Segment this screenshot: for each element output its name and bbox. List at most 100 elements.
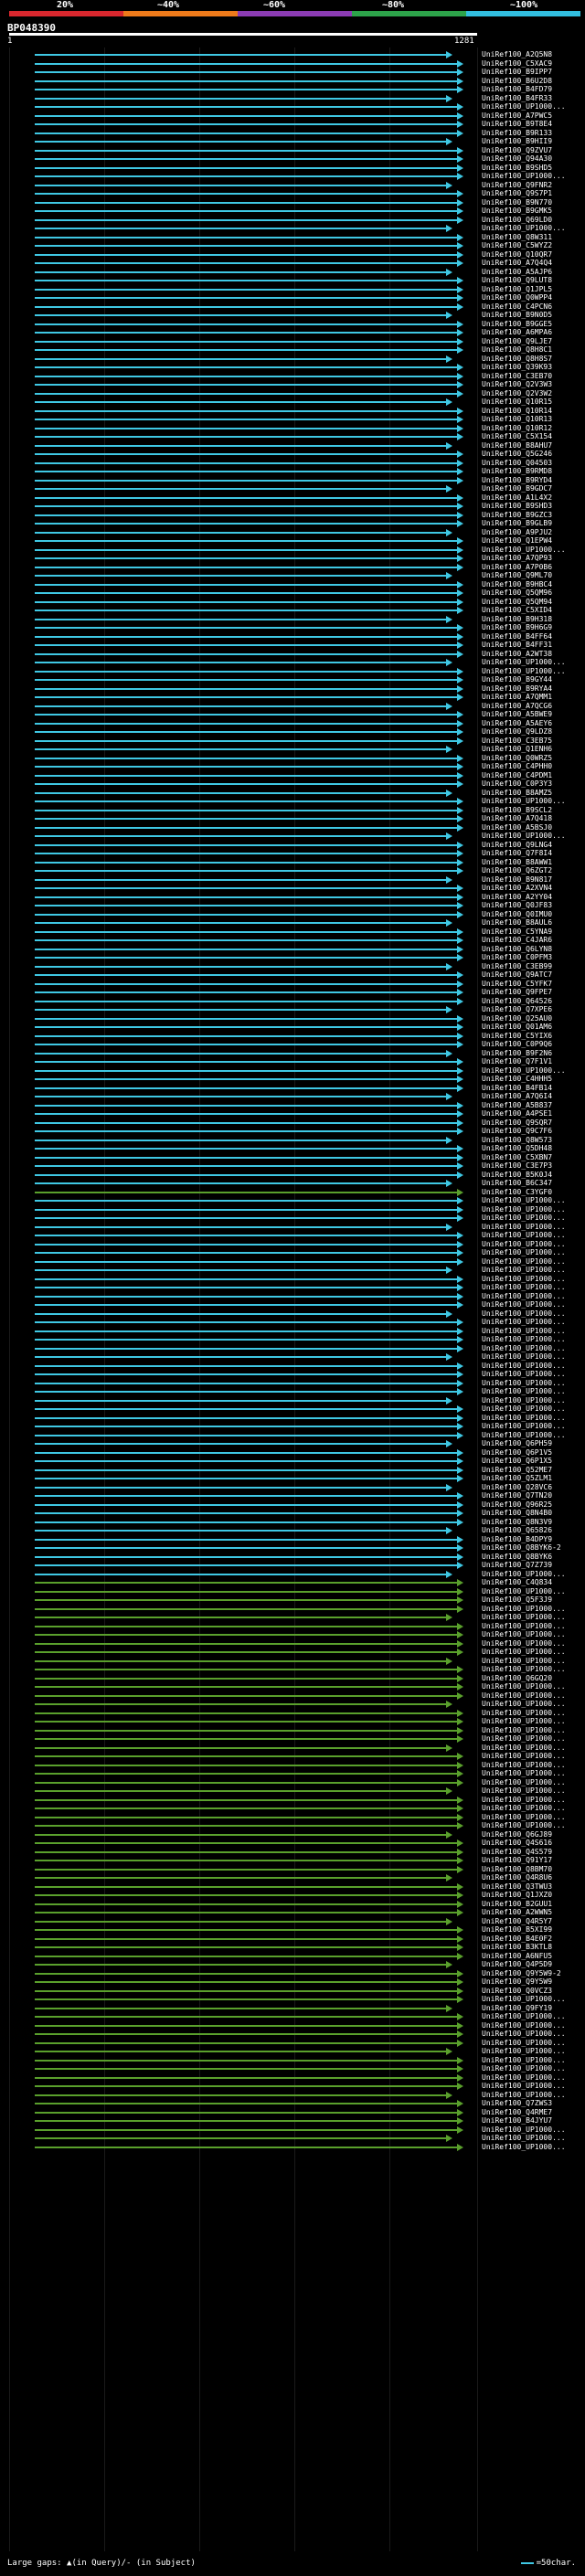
hit-label[interactable]: UniRef100_Q64526 — [482, 997, 552, 1005]
hit-row[interactable]: UniRef100_A9PJU2 — [0, 528, 585, 537]
hit-label[interactable]: UniRef100_UP1000... — [482, 1630, 566, 1638]
hit-row[interactable]: UniRef100_Q9LNG4 — [0, 841, 585, 850]
hit-label[interactable]: UniRef100_Q2V3W2 — [482, 389, 552, 398]
hit-label[interactable]: UniRef100_A7Q418 — [482, 814, 552, 822]
hit-label[interactable]: UniRef100_UP1000... — [482, 1613, 566, 1621]
hit-label[interactable]: UniRef100_UP1000... — [482, 2082, 566, 2090]
hit-row[interactable]: UniRef100_UP1000... — [0, 102, 585, 111]
hit-label[interactable]: UniRef100_UP1000... — [482, 1744, 566, 1752]
hit-row[interactable]: UniRef100_Q6GQ20 — [0, 1674, 585, 1683]
hit-row[interactable]: UniRef100_Q0JF83 — [0, 901, 585, 910]
hit-row[interactable]: UniRef100_UP1000... — [0, 1344, 585, 1353]
hit-label[interactable]: UniRef100_UP1000... — [482, 1352, 566, 1361]
hit-label[interactable]: UniRef100_Q04503 — [482, 459, 552, 467]
hit-row[interactable]: UniRef100_Q9Y5W9-2 — [0, 1969, 585, 1978]
hit-row[interactable]: UniRef100_Q01AM6 — [0, 1023, 585, 1032]
hit-row[interactable]: UniRef100_Q25AU0 — [0, 1014, 585, 1023]
hit-label[interactable]: UniRef100_B9N817 — [482, 875, 552, 884]
hit-row[interactable]: UniRef100_UP1000... — [0, 1431, 585, 1440]
hit-row[interactable]: UniRef100_Q9FY19 — [0, 2004, 585, 2013]
hit-row[interactable]: UniRef100_Q4R8U6 — [0, 1873, 585, 1882]
hit-label[interactable]: UniRef100_A2Q5N8 — [482, 50, 552, 58]
hit-row[interactable]: UniRef100_Q5QM96 — [0, 588, 585, 598]
hit-label[interactable]: UniRef100_Q96R25 — [482, 1500, 552, 1509]
hit-row[interactable]: UniRef100_UP1000... — [0, 1300, 585, 1309]
hit-label[interactable]: UniRef100_B9GMK5 — [482, 207, 552, 215]
hit-label[interactable]: UniRef100_UP1000... — [482, 224, 566, 232]
hit-label[interactable]: UniRef100_Q1EPW4 — [482, 536, 552, 545]
hit-label[interactable]: UniRef100_Q8W311 — [482, 233, 552, 241]
hit-label[interactable]: UniRef100_UP1000... — [482, 1257, 566, 1266]
hit-row[interactable]: UniRef100_Q8W311 — [0, 233, 585, 242]
hit-label[interactable]: UniRef100_C5YNA9 — [482, 928, 552, 936]
hit-label[interactable]: UniRef100_Q39K93 — [482, 363, 552, 371]
hit-label[interactable]: UniRef100_UP1000... — [482, 1240, 566, 1248]
hit-label[interactable]: UniRef100_C3EB99 — [482, 962, 552, 970]
hit-label[interactable]: UniRef100_B2GUU1 — [482, 1900, 552, 1908]
hit-label[interactable]: UniRef100_UP1000... — [482, 2056, 566, 2064]
hit-row[interactable]: UniRef100_UP1000... — [0, 1283, 585, 1292]
hit-row[interactable]: UniRef100_B3KTL8 — [0, 1943, 585, 1952]
hit-row[interactable]: UniRef100_B4FB14 — [0, 1084, 585, 1093]
hit-row[interactable]: UniRef100_Q10R14 — [0, 407, 585, 416]
hit-label[interactable]: UniRef100_UP1000... — [482, 1657, 566, 1665]
hit-label[interactable]: UniRef100_UP1000... — [482, 1431, 566, 1439]
hit-label[interactable]: UniRef100_C5XAC9 — [482, 59, 552, 68]
hit-row[interactable]: UniRef100_B6U2D8 — [0, 77, 585, 86]
hit-label[interactable]: UniRef100_UP1000... — [482, 1761, 566, 1769]
hit-row[interactable]: UniRef100_B8AWW1 — [0, 858, 585, 867]
hit-row[interactable]: UniRef100_B9GLB9 — [0, 519, 585, 528]
hit-row[interactable]: UniRef100_B4DPY9 — [0, 1535, 585, 1544]
hit-row[interactable]: UniRef100_Q8BM70 — [0, 1865, 585, 1874]
hit-label[interactable]: UniRef100_UP1000... — [482, 1248, 566, 1256]
hit-label[interactable]: UniRef100_B9R133 — [482, 129, 552, 137]
hit-row[interactable]: UniRef100_UP1000... — [0, 1587, 585, 1596]
hit-row[interactable]: UniRef100_UP1000... — [0, 1821, 585, 1830]
hit-label[interactable]: UniRef100_UP1000... — [482, 1344, 566, 1352]
hit-row[interactable]: UniRef100_Q65826 — [0, 1526, 585, 1535]
hit-row[interactable]: UniRef100_Q6P1V5 — [0, 1448, 585, 1458]
hit-label[interactable]: UniRef100_Q01AM6 — [482, 1023, 552, 1031]
hit-row[interactable]: UniRef100_UP1000... — [0, 1387, 585, 1396]
hit-row[interactable]: UniRef100_Q9C7F6 — [0, 1127, 585, 1136]
hit-row[interactable]: UniRef100_Q7Z739 — [0, 1561, 585, 1570]
hit-label[interactable]: UniRef100_Q28VC6 — [482, 1483, 552, 1491]
hit-label[interactable]: UniRef100_UP1000... — [482, 1769, 566, 1777]
hit-row[interactable]: UniRef100_B9IPP7 — [0, 68, 585, 77]
hit-row[interactable]: UniRef100_UP1000... — [0, 1266, 585, 1275]
hit-row[interactable]: UniRef100_B4FR33 — [0, 94, 585, 103]
hit-label[interactable]: UniRef100_A4PSE1 — [482, 1109, 552, 1118]
hit-row[interactable]: UniRef100_B8AMZ5 — [0, 789, 585, 798]
hit-row[interactable]: UniRef100_A2Q5N8 — [0, 50, 585, 59]
hit-label[interactable]: UniRef100_B6C347 — [482, 1179, 552, 1187]
hit-label[interactable]: UniRef100_Q8BYK6-2 — [482, 1543, 561, 1552]
hit-label[interactable]: UniRef100_C0P3Y3 — [482, 779, 552, 788]
hit-label[interactable]: UniRef100_Q8W573 — [482, 1136, 552, 1144]
hit-label[interactable]: UniRef100_Q4R5Y7 — [482, 1917, 552, 1925]
hit-label[interactable]: UniRef100_UP1000... — [482, 1709, 566, 1717]
hit-row[interactable]: UniRef100_UP1000... — [0, 1205, 585, 1214]
hit-label[interactable]: UniRef100_UP1000... — [482, 1318, 566, 1326]
hit-row[interactable]: UniRef100_Q4P5D9 — [0, 1960, 585, 1969]
hit-row[interactable]: UniRef100_C4PHH0 — [0, 762, 585, 771]
hit-label[interactable]: UniRef100_UP1000... — [482, 172, 566, 180]
hit-label[interactable]: UniRef100_UP1000... — [482, 2091, 566, 2099]
hit-label[interactable]: UniRef100_Q6ZGT2 — [482, 866, 552, 875]
hit-label[interactable]: UniRef100_UP1000... — [482, 1370, 566, 1378]
hit-row[interactable]: UniRef100_C5YNA9 — [0, 928, 585, 937]
hit-label[interactable]: UniRef100_Q7TN20 — [482, 1491, 552, 1500]
hit-label[interactable]: UniRef100_Q0JF83 — [482, 901, 552, 909]
hit-label[interactable]: UniRef100_UP1000... — [482, 2143, 566, 2151]
hit-row[interactable]: UniRef100_A2WT38 — [0, 650, 585, 659]
hit-label[interactable]: UniRef100_Q9S7P1 — [482, 189, 552, 197]
hit-row[interactable]: UniRef100_Q04503 — [0, 459, 585, 468]
hit-row[interactable]: UniRef100_Q8N3V9 — [0, 1518, 585, 1527]
hit-label[interactable]: UniRef100_Q9LJE7 — [482, 337, 552, 345]
hit-label[interactable]: UniRef100_Q10R12 — [482, 424, 552, 432]
hit-row[interactable]: UniRef100_B9GZC3 — [0, 511, 585, 520]
hit-label[interactable]: UniRef100_UP1000... — [482, 2030, 566, 2038]
hit-row[interactable]: UniRef100_UP1000... — [0, 1352, 585, 1362]
hit-row[interactable]: UniRef100_UP1000... — [0, 1734, 585, 1744]
hit-row[interactable]: UniRef100_Q0WRZ5 — [0, 754, 585, 763]
hit-row[interactable]: UniRef100_B9RYD4 — [0, 476, 585, 485]
